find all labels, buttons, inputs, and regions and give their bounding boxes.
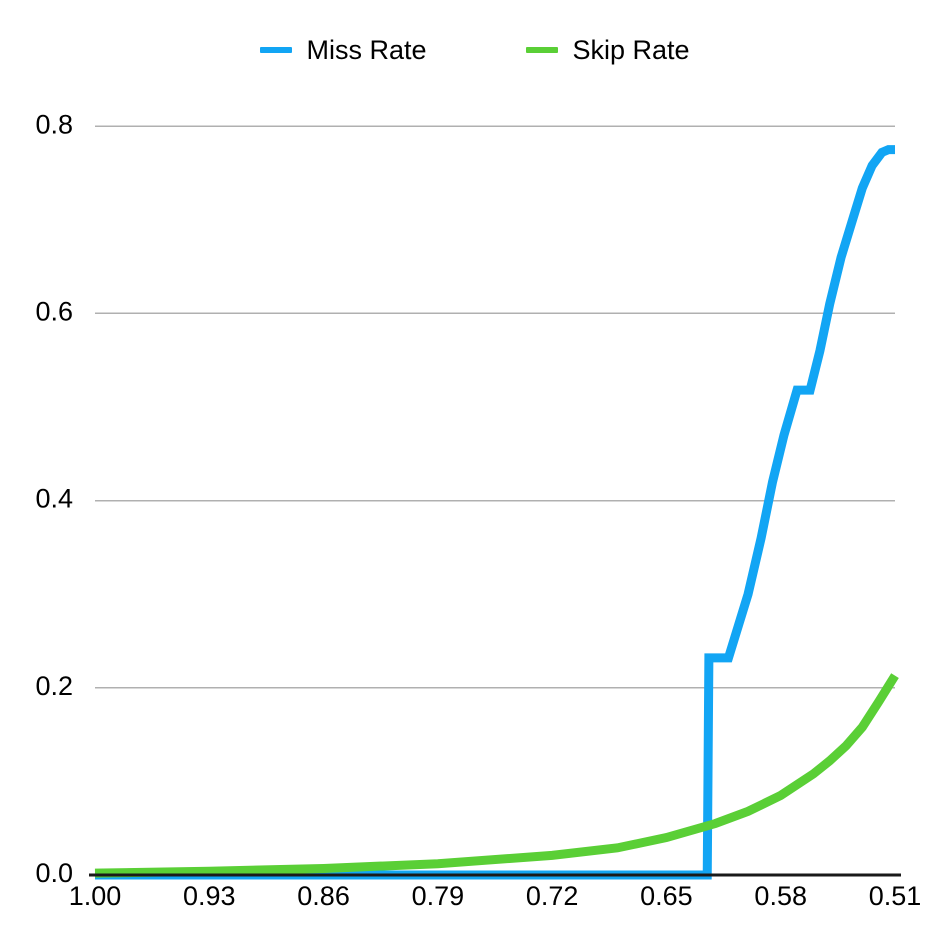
x-tick-label: 0.58	[754, 881, 807, 911]
plot-area: 0.0 0.2 0.4 0.6 0.8 1.00 0.93 0.86 0.79 0.72 0.65…	[35, 109, 922, 911]
x-tick-label: 0.65	[640, 881, 693, 911]
y-tick-label: 0.2	[35, 671, 73, 701]
y-tick-label: 0.0	[35, 858, 73, 888]
chart-container: Miss Rate Skip Rate 0.0 0.2 0.4 0.6 0.8 1.00…	[0, 0, 950, 950]
y-tick-label: 0.6	[35, 297, 73, 327]
x-tick-label: 0.86	[297, 881, 350, 911]
x-tick-label: 0.72	[526, 881, 579, 911]
y-tick-label: 0.4	[35, 484, 73, 514]
x-axis-tick-labels: 1.00 0.93 0.86 0.79 0.72 0.65 0.58 0.51	[69, 881, 922, 911]
series-line-skip-rate	[94, 673, 899, 878]
gridlines	[95, 125, 895, 689]
y-axis-tick-labels: 0.0 0.2 0.4 0.6 0.8	[35, 109, 73, 888]
x-tick-label: 0.93	[183, 881, 236, 911]
series-lines	[94, 145, 899, 880]
series-line-miss-rate	[95, 145, 895, 880]
y-tick-label: 0.8	[35, 109, 73, 139]
x-tick-label: 0.51	[869, 881, 922, 911]
x-tick-label: 1.00	[69, 881, 122, 911]
x-tick-label: 0.79	[412, 881, 465, 911]
